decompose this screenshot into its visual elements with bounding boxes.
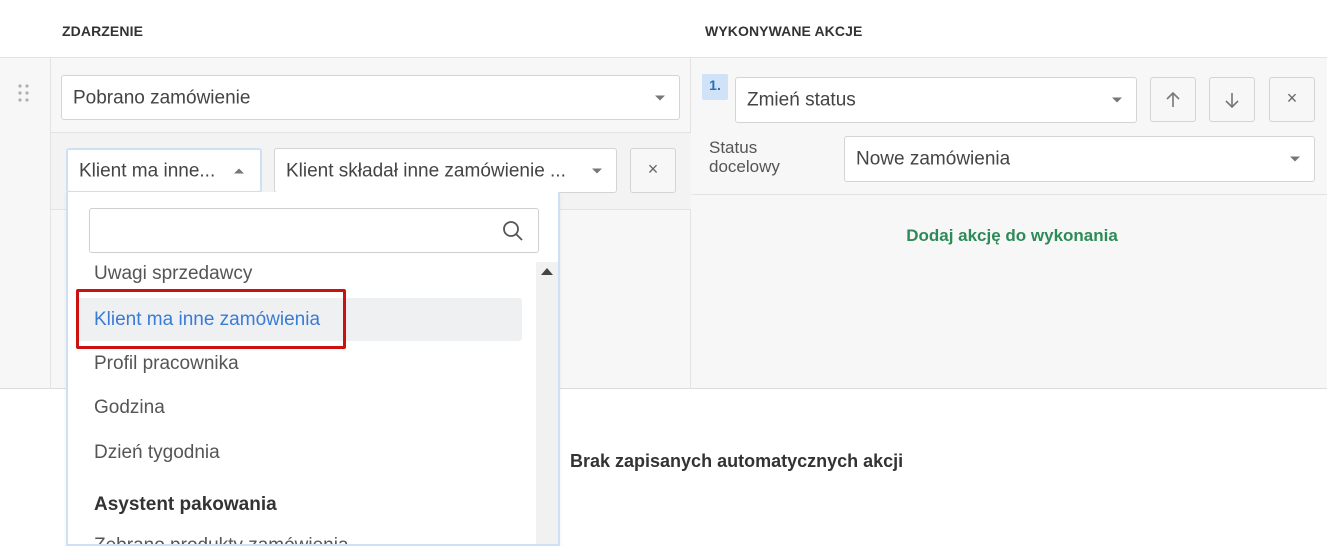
- dropdown-option-label: Profil pracownika: [94, 352, 239, 374]
- target-status-label: Status docelowy: [709, 138, 780, 176]
- dropdown-scrollbar[interactable]: [536, 262, 558, 544]
- drag-handle-icon[interactable]: [17, 82, 31, 104]
- actions-column: 1. Zmień status × Status docelowy Nowe z…: [692, 58, 1327, 389]
- search-icon: [503, 221, 523, 241]
- condition-type-value: Klient ma inne...: [79, 161, 216, 180]
- target-status-label-line1: Status: [709, 138, 758, 157]
- dropdown-option[interactable]: Godzina: [68, 386, 524, 429]
- remove-condition-button[interactable]: ×: [630, 148, 676, 193]
- dropdown-option-label: Godzina: [94, 396, 165, 418]
- scroll-up-arrow-icon[interactable]: [541, 268, 553, 275]
- target-status-select[interactable]: Nowe zamówienia: [844, 136, 1315, 182]
- move-action-down-button[interactable]: [1209, 77, 1255, 122]
- dropdown-group-header: Asystent pakowania: [94, 494, 277, 515]
- chevron-down-icon: [655, 95, 665, 100]
- target-status-value: Nowe zamówienia: [856, 149, 1011, 169]
- target-status-label-line2: docelowy: [709, 157, 780, 176]
- action-type-value: Zmień status: [747, 90, 856, 110]
- actions-column-header: WYKONYWANE AKCJE: [705, 23, 863, 39]
- action-type-select[interactable]: Zmień status: [735, 77, 1137, 123]
- condition-type-select[interactable]: Klient ma inne...: [66, 148, 262, 193]
- chevron-down-icon: [592, 168, 602, 173]
- arrow-down-icon: [1225, 93, 1239, 109]
- divider: [692, 194, 1327, 195]
- dropdown-option[interactable]: Zebrano produkty zamówienia: [94, 535, 349, 544]
- remove-action-button[interactable]: ×: [1269, 77, 1315, 122]
- chevron-down-icon: [1290, 156, 1300, 162]
- table-header: ZDARZENIE WYKONYWANE AKCJE: [0, 0, 1327, 58]
- condition-type-dropdown: Uwagi sprzedawcy Klient ma inne zamówien…: [66, 192, 560, 546]
- chevron-up-icon: [234, 168, 244, 173]
- dropdown-option[interactable]: Dzień tygodnia: [68, 431, 524, 474]
- arrow-up-icon: [1166, 91, 1180, 107]
- add-action-link[interactable]: Dodaj akcję do wykonania: [692, 226, 1327, 246]
- event-column-header: ZDARZENIE: [62, 23, 144, 39]
- chevron-down-icon: [1112, 97, 1122, 103]
- action-number-badge: 1.: [702, 74, 728, 100]
- close-icon: ×: [647, 159, 659, 179]
- condition-value-select[interactable]: Klient składał inne zamówienie ...: [274, 148, 617, 193]
- empty-state-message: Brak zapisanych automatycznych akcji: [570, 451, 904, 471]
- dropdown-option-label: Dzień tygodnia: [94, 441, 220, 463]
- event-select[interactable]: Pobrano zamówienie: [61, 75, 680, 120]
- close-icon: ×: [1286, 88, 1298, 108]
- dropdown-option-label: Uwagi sprzedawcy: [94, 262, 253, 284]
- condition-value-value: Klient składał inne zamówienie ...: [286, 161, 566, 180]
- move-action-up-button[interactable]: [1150, 77, 1196, 122]
- highlight-box: [76, 289, 346, 349]
- dropdown-search-input[interactable]: [89, 208, 539, 253]
- event-select-value: Pobrano zamówienie: [73, 88, 251, 107]
